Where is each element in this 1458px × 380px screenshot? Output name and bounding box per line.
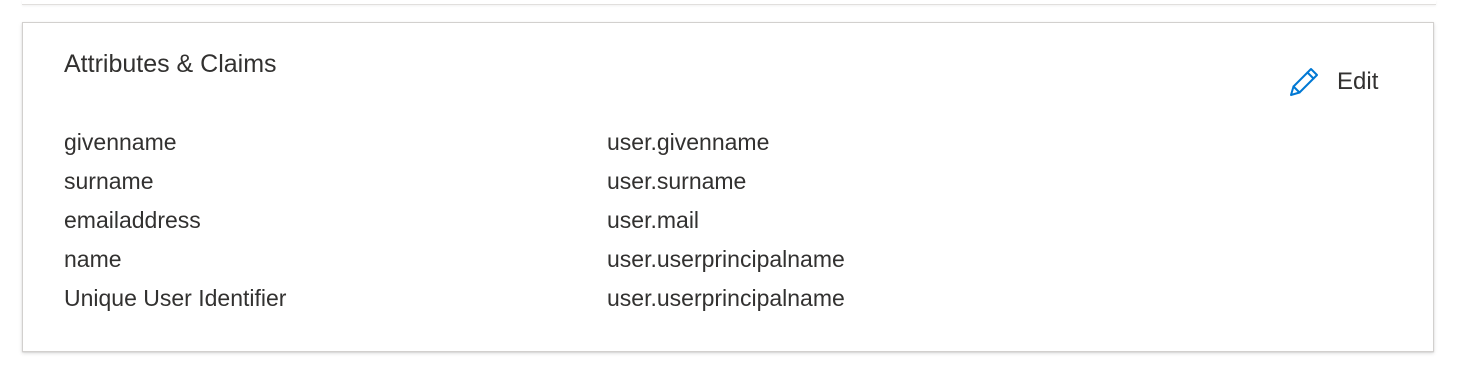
claim-row: givenname user.givenname — [64, 123, 1064, 162]
claim-name: emailaddress — [64, 207, 201, 233]
claim-name: Unique User Identifier — [64, 285, 287, 311]
claim-name: surname — [64, 168, 154, 194]
claim-value: user.surname — [607, 168, 747, 194]
edit-label: Edit — [1337, 68, 1379, 95]
claim-row: emailaddress user.mail — [64, 201, 1064, 240]
card-title: Attributes & Claims — [64, 50, 277, 78]
claim-value: user.mail — [607, 207, 700, 233]
claim-name: givenname — [64, 129, 177, 155]
claim-row: name user.userprincipalname — [64, 240, 1064, 279]
claim-value: user.userprincipalname — [607, 246, 845, 272]
previous-card-edge — [22, 0, 1436, 5]
attributes-claims-card: Attributes & Claims Edit givenname user.… — [22, 22, 1434, 352]
claims-list: givenname user.givenname surname user.su… — [64, 123, 1064, 318]
claim-row: surname user.surname — [64, 162, 1064, 201]
claim-value: user.givenname — [607, 129, 770, 155]
claim-row: Unique User Identifier user.userprincipa… — [64, 279, 1064, 318]
edit-button[interactable]: Edit — [1287, 65, 1378, 99]
claim-value: user.userprincipalname — [607, 285, 845, 311]
pencil-icon — [1287, 65, 1321, 99]
claim-name: name — [64, 246, 122, 272]
